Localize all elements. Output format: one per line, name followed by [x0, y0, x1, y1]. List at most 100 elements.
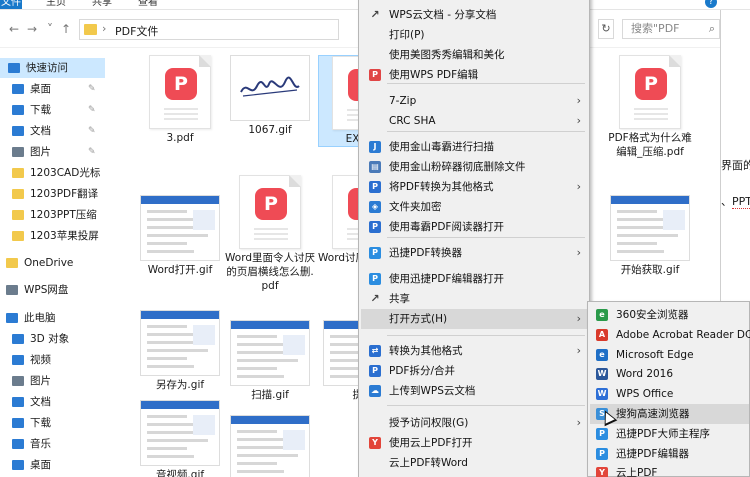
sidebar-item[interactable]: 下载 [0, 413, 105, 433]
recent-locations-button[interactable]: ˅ [42, 20, 58, 38]
context-menu: ↗ WPS云文档 - 分享文档打印(P) 使用美图秀秀编辑和美化 P 使用WPS PDF… [358, 0, 590, 477]
wps-pdf-logo-icon: P [255, 188, 287, 220]
context-menu-item[interactable]: P 将PDF转换为其他格式 › [361, 177, 589, 197]
back-button[interactable]: ← [6, 20, 22, 38]
tab-view[interactable]: 查看 [138, 0, 158, 9]
sidebar-item-label: 1203CAD光标 [30, 167, 101, 179]
sidebar-item[interactable]: 音乐 [0, 434, 105, 454]
tab-file[interactable]: 文件 [0, 0, 22, 9]
up-button[interactable]: ↑ [58, 20, 74, 38]
context-menu-item[interactable]: ↗ 共享 [361, 289, 589, 309]
sidebar-item[interactable]: 图片 [0, 371, 105, 391]
chevron-right-icon: › [576, 344, 581, 357]
context-menu-item-label: 打印(P) [389, 29, 425, 41]
context-menu-item[interactable]: P 迅捷PDF转换器 › [361, 243, 589, 263]
sidebar-item-label: 下载 [30, 417, 51, 429]
refresh-button[interactable]: ↻ [598, 19, 614, 39]
sidebar-item[interactable]: 此电脑 [0, 308, 105, 328]
file-item[interactable]: P Word里面令人讨厌的页眉横线怎么删.pdf [225, 175, 315, 293]
context-menu-item[interactable]: 授予访问权限(G) › [361, 413, 589, 433]
file-item[interactable]: P PDF格式为什么难编辑_压缩.pdf [605, 55, 695, 159]
sidebar-item[interactable]: 桌面 ✎ [0, 79, 105, 99]
context-menu-item[interactable]: ↗ WPS云文档 - 分享文档 [361, 5, 589, 25]
file-name: Word打开.gif [147, 264, 213, 276]
image-thumbnail [610, 195, 690, 261]
file-name: 另存为.gif [155, 379, 205, 391]
sidebar-item[interactable]: OneDrive [0, 253, 105, 273]
context-menu-item[interactable]: P 使用WPS PDF编辑 [361, 65, 589, 85]
xunjie-editor-icon: P [596, 447, 608, 460]
file-item[interactable]: Word打开.gif [135, 195, 225, 277]
360-browser-icon: e [596, 309, 608, 321]
sidebar-item-label: 1203苹果投屏 [30, 230, 99, 242]
file-item[interactable]: 转 [225, 415, 315, 477]
context-menu-item[interactable]: P 使用迅捷PDF编辑器打开 [361, 269, 589, 289]
context-menu-item[interactable]: ☁ 上传到WPS云文档 [361, 381, 589, 401]
open-with-item[interactable]: Y 云上PDF [590, 463, 749, 477]
context-menu-item[interactable]: ◈ 文件夹加密 [361, 197, 589, 217]
file-item[interactable]: P 3.pdf [135, 55, 225, 145]
open-with-item[interactable]: e 360安全浏览器 [590, 305, 749, 325]
tab-home[interactable]: 主页 [46, 0, 66, 9]
context-menu-item[interactable]: 打开方式(H) › [361, 309, 589, 329]
context-menu-item[interactable]: Y 使用云上PDF打开 [361, 433, 589, 453]
context-menu-item-label: 使用美图秀秀编辑和美化 [389, 49, 505, 61]
open-with-item[interactable]: P 迅捷PDF大师主程序 [590, 424, 749, 444]
context-menu-item[interactable]: ⇄ 转换为其他格式 › [361, 341, 589, 361]
path-field[interactable]: › PDF文件 [79, 19, 339, 40]
pin-icon[interactable]: ✎ [88, 121, 96, 141]
share-icon: ↗ [370, 8, 380, 21]
context-menu-item[interactable]: 打印(P) [361, 25, 589, 45]
sidebar-item[interactable]: 下载 ✎ [0, 100, 105, 120]
context-menu-item[interactable]: 7-Zip › [361, 91, 589, 111]
context-menu-item[interactable]: CRC SHA › [361, 111, 589, 131]
lock-icon: ◈ [369, 201, 381, 213]
open-with-item[interactable]: P 迅捷PDF编辑器 [590, 444, 749, 464]
sidebar-item[interactable]: 快速访问 [0, 58, 105, 78]
open-with-item[interactable]: e Microsoft Edge [590, 345, 749, 365]
image-thumbnail [230, 415, 310, 477]
pin-icon[interactable]: ✎ [88, 142, 96, 162]
context-menu-item-label: 使用迅捷PDF编辑器打开 [389, 273, 504, 285]
sidebar-item[interactable]: 桌面 [0, 455, 105, 475]
context-menu-item-label: 迅捷PDF转换器 [389, 247, 462, 259]
open-with-item-label: 迅捷PDF大师主程序 [616, 427, 710, 440]
sidebar-item[interactable]: 3D 对象 [0, 329, 105, 349]
sidebar-item[interactable]: 1203苹果投屏 [0, 226, 105, 246]
sidebar-item[interactable]: 视频 [0, 350, 105, 370]
context-menu-item[interactable]: 使用美图秀秀编辑和美化 [361, 45, 589, 65]
sidebar-item[interactable]: 文档 ✎ [0, 121, 105, 141]
file-item[interactable]: 开始获取.gif [605, 195, 695, 277]
sidebar-item[interactable]: 1203CAD光标 [0, 163, 105, 183]
forward-button[interactable]: → [24, 20, 40, 38]
desktop-icon [12, 460, 24, 470]
file-item[interactable]: 另存为.gif [135, 310, 225, 392]
open-with-item[interactable]: W Word 2016 [590, 364, 749, 384]
sidebar-item[interactable]: 1203PPT压缩 [0, 205, 105, 225]
star-icon [8, 63, 20, 73]
help-button[interactable]: ? [705, 0, 717, 8]
tab-share[interactable]: 共享 [92, 0, 112, 9]
context-menu-item[interactable]: P 使用毒霸PDF阅读器打开 [361, 217, 589, 237]
search-input[interactable]: 搜索"PDF ⌕ [622, 19, 720, 39]
folder-icon [12, 210, 24, 220]
context-menu-item[interactable]: P PDF拆分/合并 [361, 361, 589, 381]
file-item[interactable]: 音视频.gif [135, 400, 225, 477]
context-menu-item[interactable]: J 使用金山毒霸进行扫描 [361, 137, 589, 157]
file-item[interactable]: 1067.gif [225, 55, 315, 137]
wps-pdf-icon: P [369, 69, 381, 81]
pin-icon[interactable]: ✎ [88, 79, 96, 99]
open-with-item[interactable]: W WPS Office [590, 384, 749, 404]
open-with-item[interactable]: A Adobe Acrobat Reader DC [590, 325, 750, 345]
pin-icon[interactable]: ✎ [88, 100, 96, 120]
sidebar-item[interactable]: 1203PDF翻译 [0, 184, 105, 204]
sidebar-item[interactable]: 文档 [0, 392, 105, 412]
file-item[interactable]: 扫描.gif [225, 320, 315, 402]
cloud-icon [6, 285, 18, 295]
open-with-submenu: e 360安全浏览器 A Adobe Acrobat Reader DC e Micros… [587, 301, 750, 477]
context-menu-item[interactable]: 云上PDF转Word [361, 453, 589, 473]
sidebar-item[interactable]: 图片 ✎ [0, 142, 105, 162]
context-menu-item-label: 将PDF转换为其他格式 [389, 181, 494, 193]
sidebar-item[interactable]: WPS网盘 [0, 280, 105, 300]
context-menu-item[interactable]: ▤ 使用金山粉碎器彻底删除文件 [361, 157, 589, 177]
